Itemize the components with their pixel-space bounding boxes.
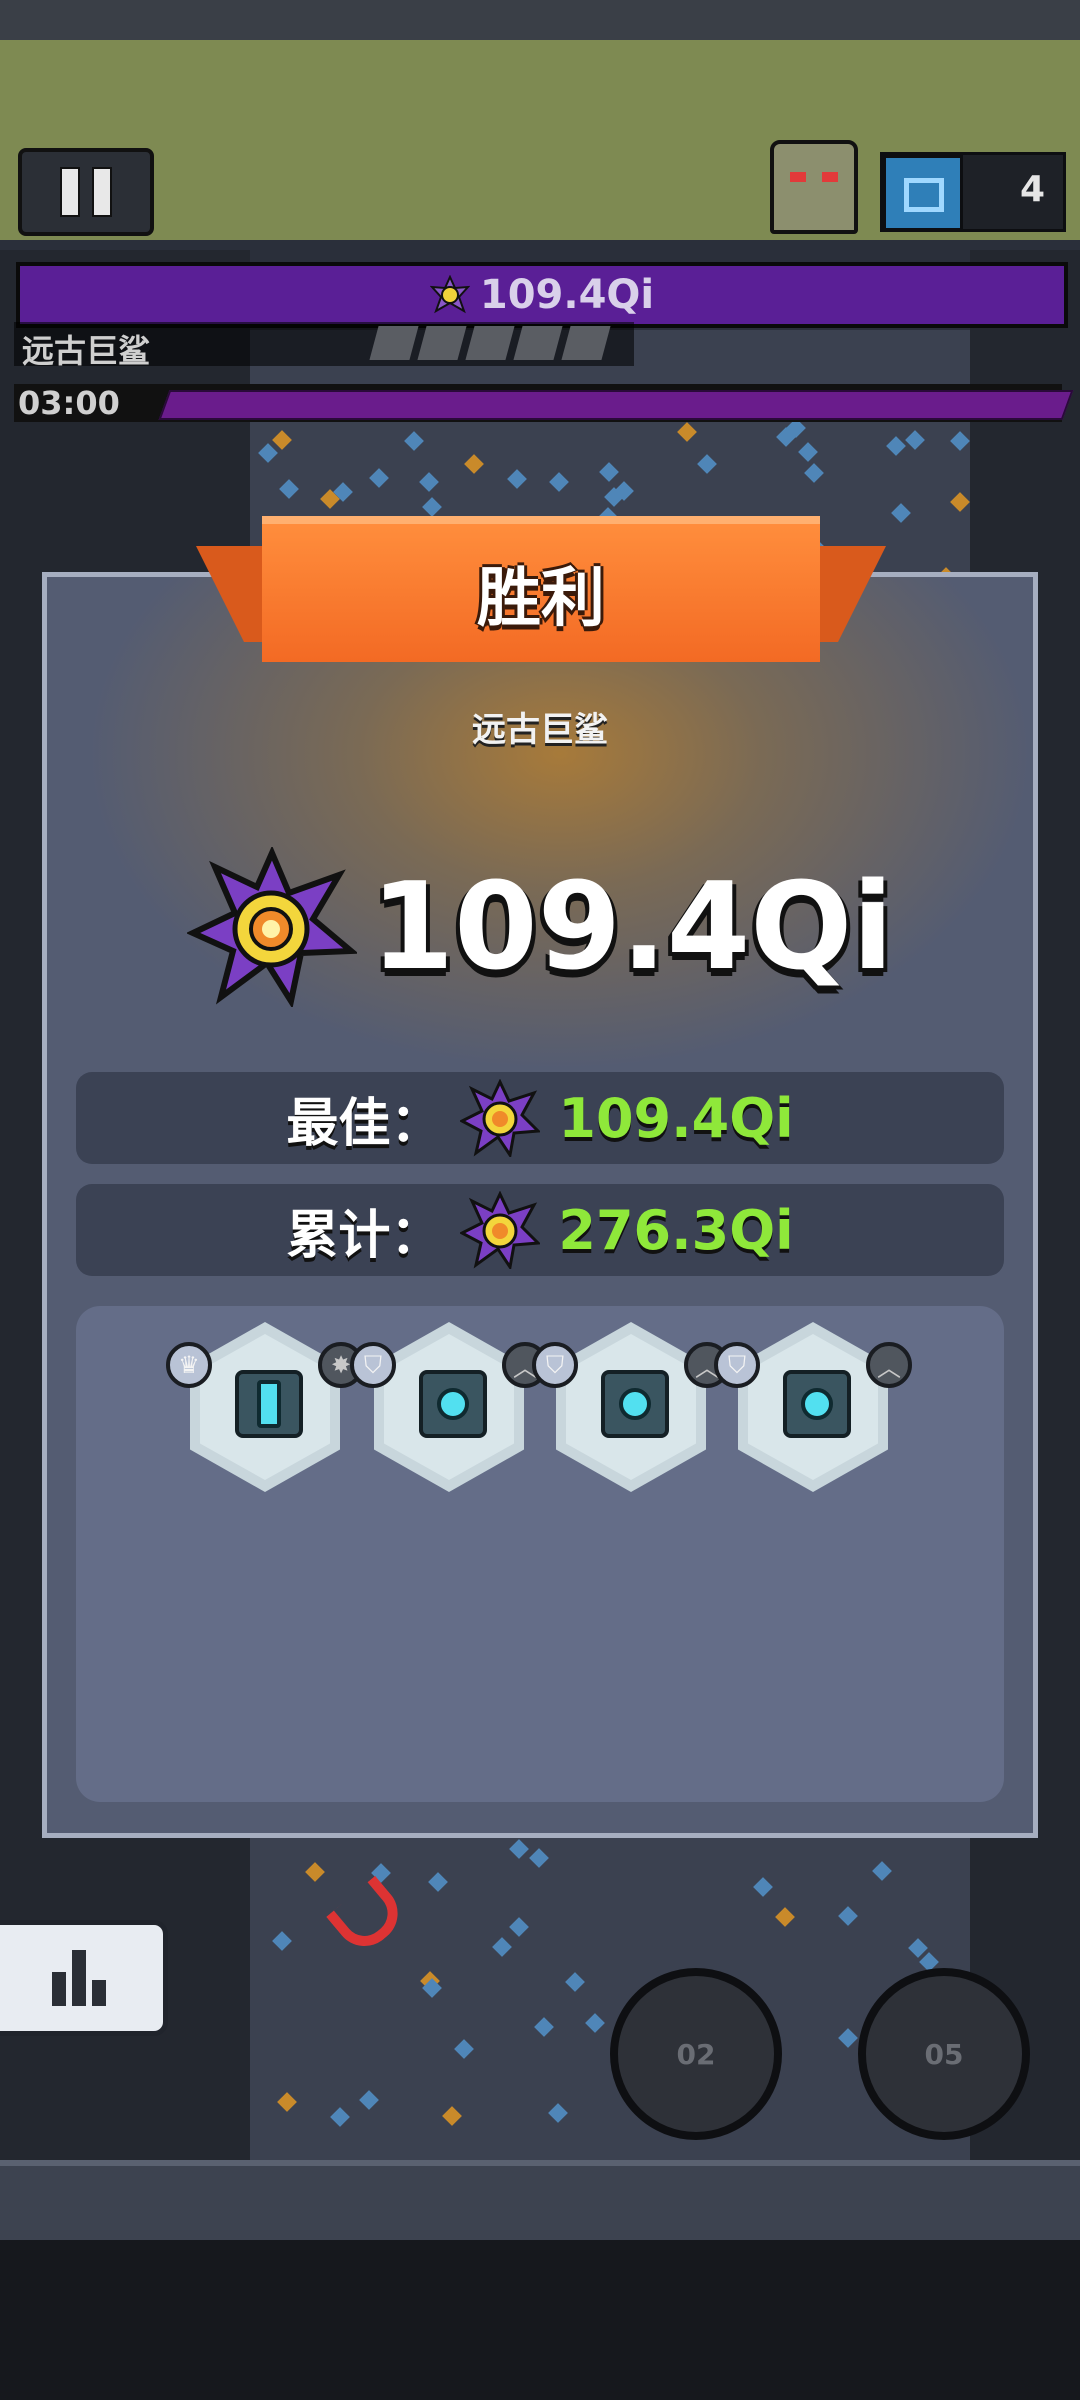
trait-icon <box>417 326 467 360</box>
timer-bar <box>158 390 1074 420</box>
victory-title: 胜利 <box>477 562 605 636</box>
pause-button[interactable] <box>18 148 154 236</box>
chest-icon <box>883 155 963 231</box>
best-label: 最佳： <box>286 1093 443 1154</box>
chest-counter[interactable]: 4 <box>880 152 1066 232</box>
total-damage: 109.4Qi <box>42 847 1038 1007</box>
damage-burst-icon <box>429 275 470 314</box>
boss-hp-readout: 109.4Qi <box>20 266 1064 324</box>
total-damage-value: 109.4Qi <box>370 857 894 997</box>
shield-badge-icon: ⛉ <box>714 1342 760 1388</box>
turret-core <box>419 1370 487 1438</box>
pause-icon <box>92 167 112 217</box>
stats-button[interactable] <box>0 1920 168 2036</box>
turret-core <box>601 1370 669 1438</box>
upgrade-badge-icon: ︿ <box>866 1342 912 1388</box>
skill-button-1[interactable]: 02 <box>610 1968 782 2140</box>
trait-icon <box>465 326 515 360</box>
laser-turret[interactable]: ⛉ ︿ <box>350 1322 548 1492</box>
boss-info-row: 远古巨鲨 <box>14 322 634 370</box>
trait-icon <box>561 326 611 360</box>
trait-icon <box>369 326 419 360</box>
factory-roof <box>0 0 1080 40</box>
defeated-boss-name: 远古巨鲨 <box>472 710 608 750</box>
damage-burst-icon <box>460 1191 541 1269</box>
total-label: 累计： <box>286 1205 443 1266</box>
laser-turret[interactable]: ⛉ ︿ <box>714 1322 912 1492</box>
best-damage-row: 最佳： 109.4Qi <box>76 1072 1004 1164</box>
laser-turret[interactable]: ⛉ ︿ <box>532 1322 730 1492</box>
accumulated-damage-row: 累计： 276.3Qi <box>76 1184 1004 1276</box>
victory-ribbon: 胜利 <box>196 516 886 674</box>
crown-badge-icon: ♛ <box>166 1342 212 1388</box>
damage-burst-icon <box>186 847 357 1007</box>
damage-burst-icon <box>460 1079 541 1157</box>
boss-hp-bar: 109.4Qi <box>16 262 1068 328</box>
turret-core <box>235 1370 303 1438</box>
best-value: 109.4Qi <box>558 1086 794 1150</box>
bar-chart-icon <box>52 1950 106 2006</box>
battle-timer: 03:00 <box>18 384 120 422</box>
pause-icon <box>60 167 80 217</box>
boss-name: 远古巨鲨 <box>22 332 151 370</box>
shield-badge-icon: ⛉ <box>532 1342 578 1388</box>
boss-hp-value: 109.4Qi <box>479 272 655 318</box>
ribbon-banner: 胜利 <box>262 516 820 662</box>
bottom-floor <box>0 2240 1080 2400</box>
trait-icon <box>513 326 563 360</box>
boss-trait-icons <box>369 326 611 360</box>
turret-core <box>783 1370 851 1438</box>
twin-cannon-turret[interactable]: ♛ ✸ <box>166 1322 364 1492</box>
skill-2-number: 05 <box>924 2037 964 2071</box>
skill-1-number: 02 <box>676 2037 716 2071</box>
timer-row: 03:00 <box>14 384 1074 422</box>
skill-button-2[interactable]: 05 <box>858 1968 1030 2140</box>
shield-badge-icon: ⛉ <box>350 1342 396 1388</box>
enemy-icon <box>770 140 858 234</box>
bottom-rail <box>0 2160 1080 2246</box>
total-value: 276.3Qi <box>558 1198 794 1262</box>
chest-count: 4 <box>1019 169 1045 210</box>
